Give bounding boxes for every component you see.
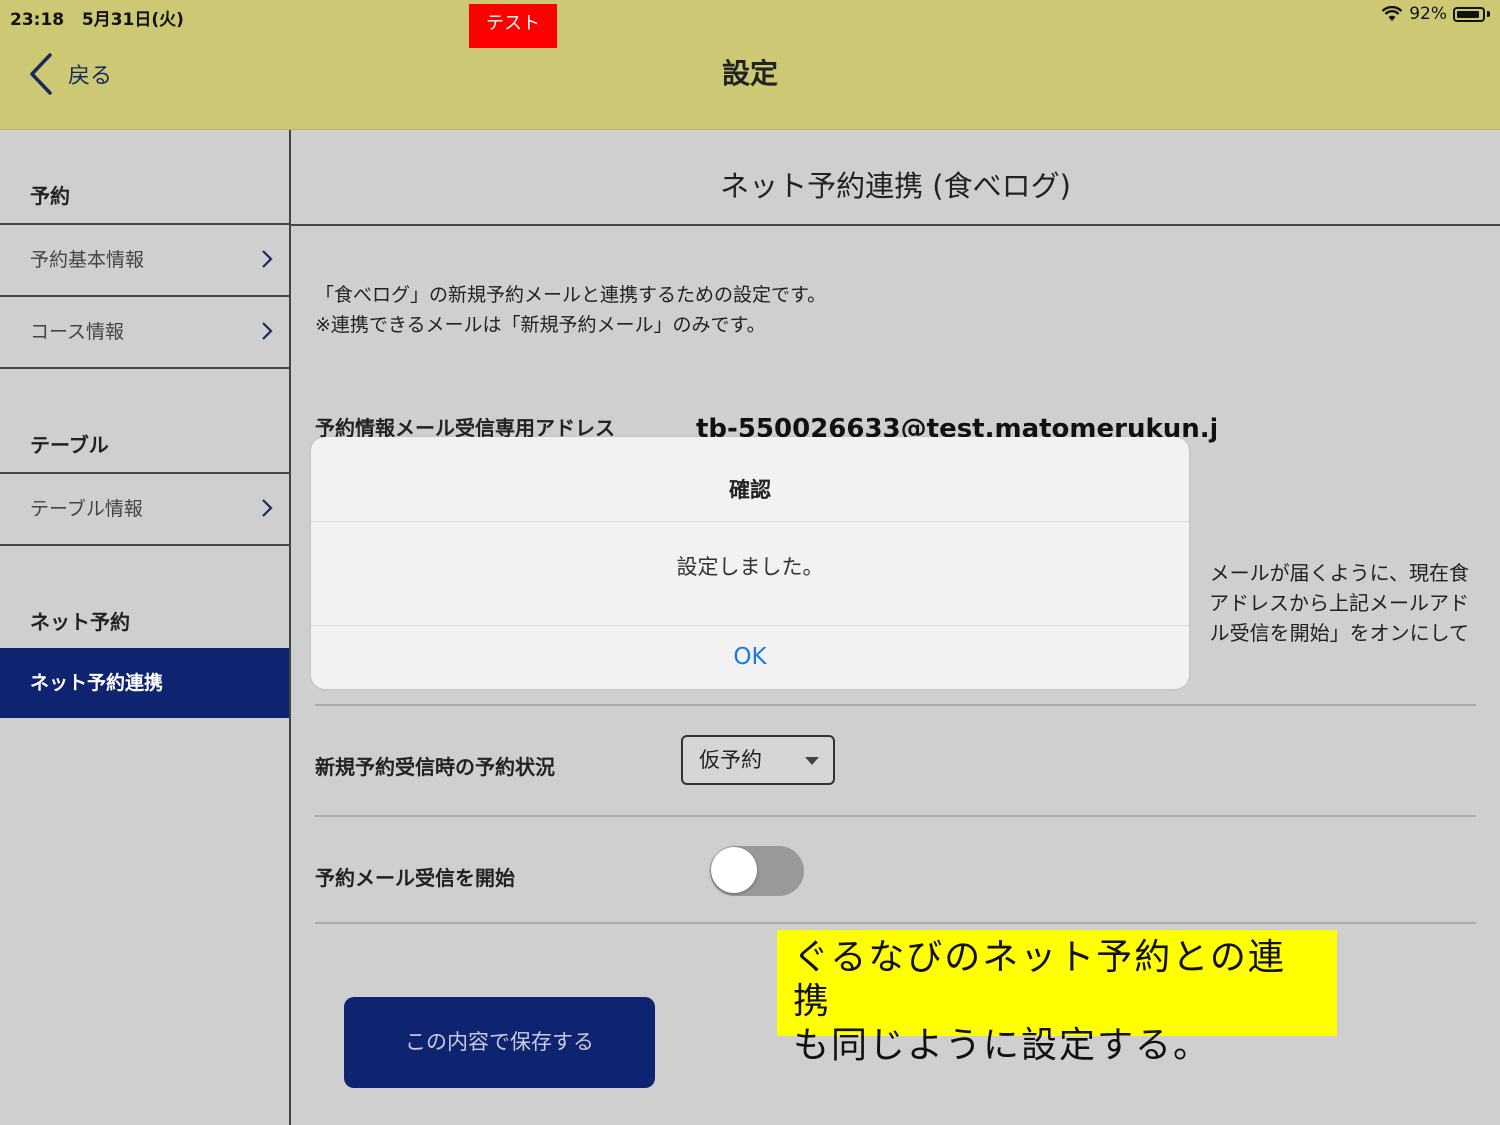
save-button[interactable]: この内容で保存する xyxy=(344,997,655,1088)
chevron-right-icon xyxy=(262,250,273,268)
battery-icon xyxy=(1453,6,1485,22)
status-time: 23:18 5月31日(火) xyxy=(10,5,184,30)
reservation-status-select[interactable]: 仮予約 xyxy=(681,735,835,785)
description-line: 「食べログ」の新規予約メールと連携するための設定です。 xyxy=(315,284,827,306)
caret-down-icon xyxy=(805,757,819,765)
dialog-title: 確認 xyxy=(311,437,1189,522)
description-line: ※連携できるメールは「新規予約メール」のみです。 xyxy=(315,314,766,336)
divider xyxy=(315,815,1476,817)
divider xyxy=(315,704,1476,706)
battery-percent: 92% xyxy=(1409,4,1447,24)
chevron-right-icon xyxy=(262,322,273,340)
status-date: 5月31日(火) xyxy=(81,10,184,30)
dialog-message: 設定しました。 xyxy=(311,522,1189,626)
divider xyxy=(315,922,1476,924)
reservation-status-label: 新規予約受信時の予約状況 xyxy=(315,755,555,779)
confirm-dialog: 確認 設定しました。 OK xyxy=(311,437,1189,689)
wifi-icon xyxy=(1381,6,1403,21)
status-indicators: 92% xyxy=(1381,4,1490,24)
status-clock: 23:18 xyxy=(10,10,65,30)
section-title: ネット予約連携 (食べログ) xyxy=(291,130,1500,226)
sidebar-item-table-info[interactable]: テーブル情報 xyxy=(0,474,289,546)
battery-cap xyxy=(1487,11,1490,17)
mail-start-toggle[interactable] xyxy=(710,846,804,896)
callout-line: ぐるなびのネット予約との連携 xyxy=(793,937,1286,1022)
sidebar-item-label: 予約基本情報 xyxy=(30,249,145,271)
chevron-right-icon xyxy=(262,499,273,517)
test-badge: テスト xyxy=(469,4,557,48)
description: 「食べログ」の新規予約メールと連携するための設定です。 ※連携できるメールは「新… xyxy=(315,280,826,340)
mail-start-label: 予約メール受信を開始 xyxy=(315,866,515,890)
sidebar-item-label: コース情報 xyxy=(30,321,125,343)
sidebar-item-label: ネット予約連携 xyxy=(30,672,164,694)
sidebar-section-net: ネット予約 xyxy=(30,610,130,634)
dialog-ok-button[interactable]: OK xyxy=(311,626,1189,689)
sidebar: 予約 予約基本情報 コース情報 テーブル テーブル情報 ネット予約 ネット予約連… xyxy=(0,130,291,1125)
sidebar-item-reservation-basic[interactable]: 予約基本情報 xyxy=(0,225,289,297)
sidebar-section-reservation: 予約 xyxy=(0,130,289,225)
callout-line: も同じように設定する。 xyxy=(793,1025,1212,1066)
sidebar-section-table: テーブル xyxy=(0,369,289,474)
navigation-bar: 23:18 5月31日(火) 92% テスト 戻る 設定 xyxy=(0,0,1500,130)
sidebar-section-label: テーブル xyxy=(30,433,109,457)
sidebar-section-label: 予約 xyxy=(30,184,70,208)
sidebar-item-label: テーブル情報 xyxy=(30,498,143,520)
sidebar-item-net-link[interactable]: ネット予約連携 xyxy=(0,648,289,718)
toggle-knob xyxy=(711,847,757,893)
annotation-callout: ぐるなびのネット予約との連携 も同じように設定する。 xyxy=(777,930,1337,1066)
page-title: 設定 xyxy=(721,57,778,90)
sidebar-item-course[interactable]: コース情報 xyxy=(0,297,289,369)
battery-fill xyxy=(1457,10,1479,18)
select-value: 仮予約 xyxy=(699,748,762,772)
